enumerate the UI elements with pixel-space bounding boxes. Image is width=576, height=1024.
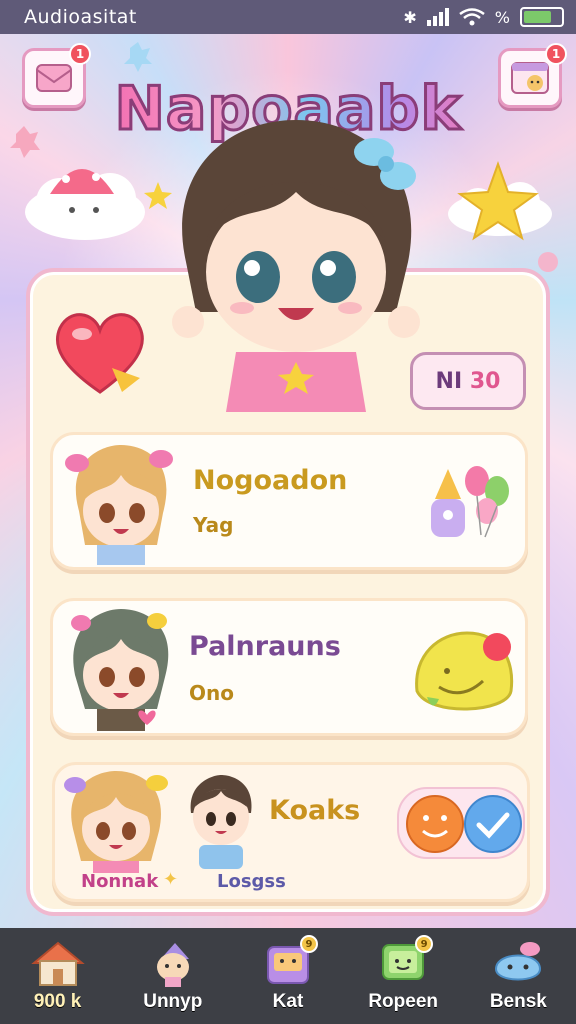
nav-badge: 9 bbox=[299, 935, 318, 953]
nav-label: Ropeen bbox=[368, 991, 438, 1012]
message-card-icon bbox=[36, 64, 72, 92]
score-value: 30 bbox=[469, 368, 501, 394]
wifi-icon bbox=[459, 8, 485, 26]
flower-left-icon bbox=[10, 126, 40, 158]
calendar-button[interactable]: 1 bbox=[498, 43, 567, 108]
nav-item-friend[interactable]: Bensk bbox=[468, 939, 568, 1013]
nav-item-inbox[interactable]: 9 Kat bbox=[238, 935, 338, 1013]
nav-label: Bensk bbox=[489, 991, 547, 1012]
home-icon bbox=[30, 941, 85, 986]
balloons-icon bbox=[431, 466, 509, 538]
flower-top-icon bbox=[124, 42, 152, 72]
score-badge: NI 30 bbox=[410, 352, 526, 410]
calendar-avatar-icon bbox=[511, 62, 549, 94]
friend-icon bbox=[495, 942, 542, 981]
bubble-decor bbox=[538, 252, 558, 272]
list-item-palnrauns[interactable]: Palnrauns Ono bbox=[50, 598, 528, 736]
avatar-boy bbox=[190, 775, 252, 869]
koaks-actions bbox=[397, 787, 525, 859]
check-button-icon[interactable] bbox=[463, 793, 523, 855]
bottom-nav: 900 k Unnyp 9 Kat 9 Ropeen Bensk bbox=[0, 928, 576, 1024]
score-prefix: NI bbox=[435, 368, 463, 394]
character-icon bbox=[156, 943, 189, 987]
mushroom-umbrella-icon bbox=[50, 169, 114, 194]
avatar-label-right: Losgss bbox=[217, 871, 286, 892]
card-title: Nogoadon bbox=[193, 465, 348, 496]
card-subtitle: Yag bbox=[193, 513, 234, 537]
card-title: Koaks bbox=[269, 795, 361, 826]
sparkle-icon: ✦ bbox=[163, 869, 179, 890]
battery-icon bbox=[520, 7, 564, 27]
status-title: Audioasitat bbox=[24, 6, 137, 28]
nav-item-home[interactable]: 900 k bbox=[8, 939, 108, 1013]
status-icons: ✱ % bbox=[403, 7, 564, 27]
nav-label: 900 k bbox=[33, 991, 82, 1012]
status-bar: Audioasitat ✱ % bbox=[0, 0, 576, 34]
avatar-label-left: Nonnak bbox=[81, 871, 159, 892]
card-title: Palnrauns bbox=[189, 631, 341, 662]
list-item-nogoadon[interactable]: Nogoadon Yag bbox=[50, 432, 528, 570]
signal-icon bbox=[426, 8, 449, 26]
messages-badge: 1 bbox=[69, 43, 91, 65]
nav-label: Kat bbox=[272, 991, 304, 1012]
nav-label: Unnyp bbox=[143, 991, 203, 1012]
bluetooth-icon: ✱ bbox=[403, 7, 417, 27]
messages-button[interactable]: 1 bbox=[22, 43, 91, 108]
calendar-badge: 1 bbox=[545, 43, 567, 65]
nav-item-tv[interactable]: 9 Ropeen bbox=[353, 935, 453, 1013]
nav-item-character[interactable]: Unnyp bbox=[123, 939, 223, 1013]
percent-icon: % bbox=[494, 7, 510, 27]
card-subtitle: Ono bbox=[189, 681, 234, 705]
avatar-girl-green bbox=[71, 609, 169, 731]
mascot-character bbox=[172, 120, 420, 412]
list-item-koaks[interactable]: Koaks Nonnak Losgss ✦ bbox=[52, 762, 530, 902]
avatar-girl-pigtails bbox=[64, 771, 168, 873]
smile-button-icon[interactable] bbox=[405, 793, 465, 855]
heart-icon bbox=[55, 313, 144, 394]
slime-icon bbox=[415, 631, 514, 711]
avatar-girl-blonde bbox=[65, 445, 173, 565]
